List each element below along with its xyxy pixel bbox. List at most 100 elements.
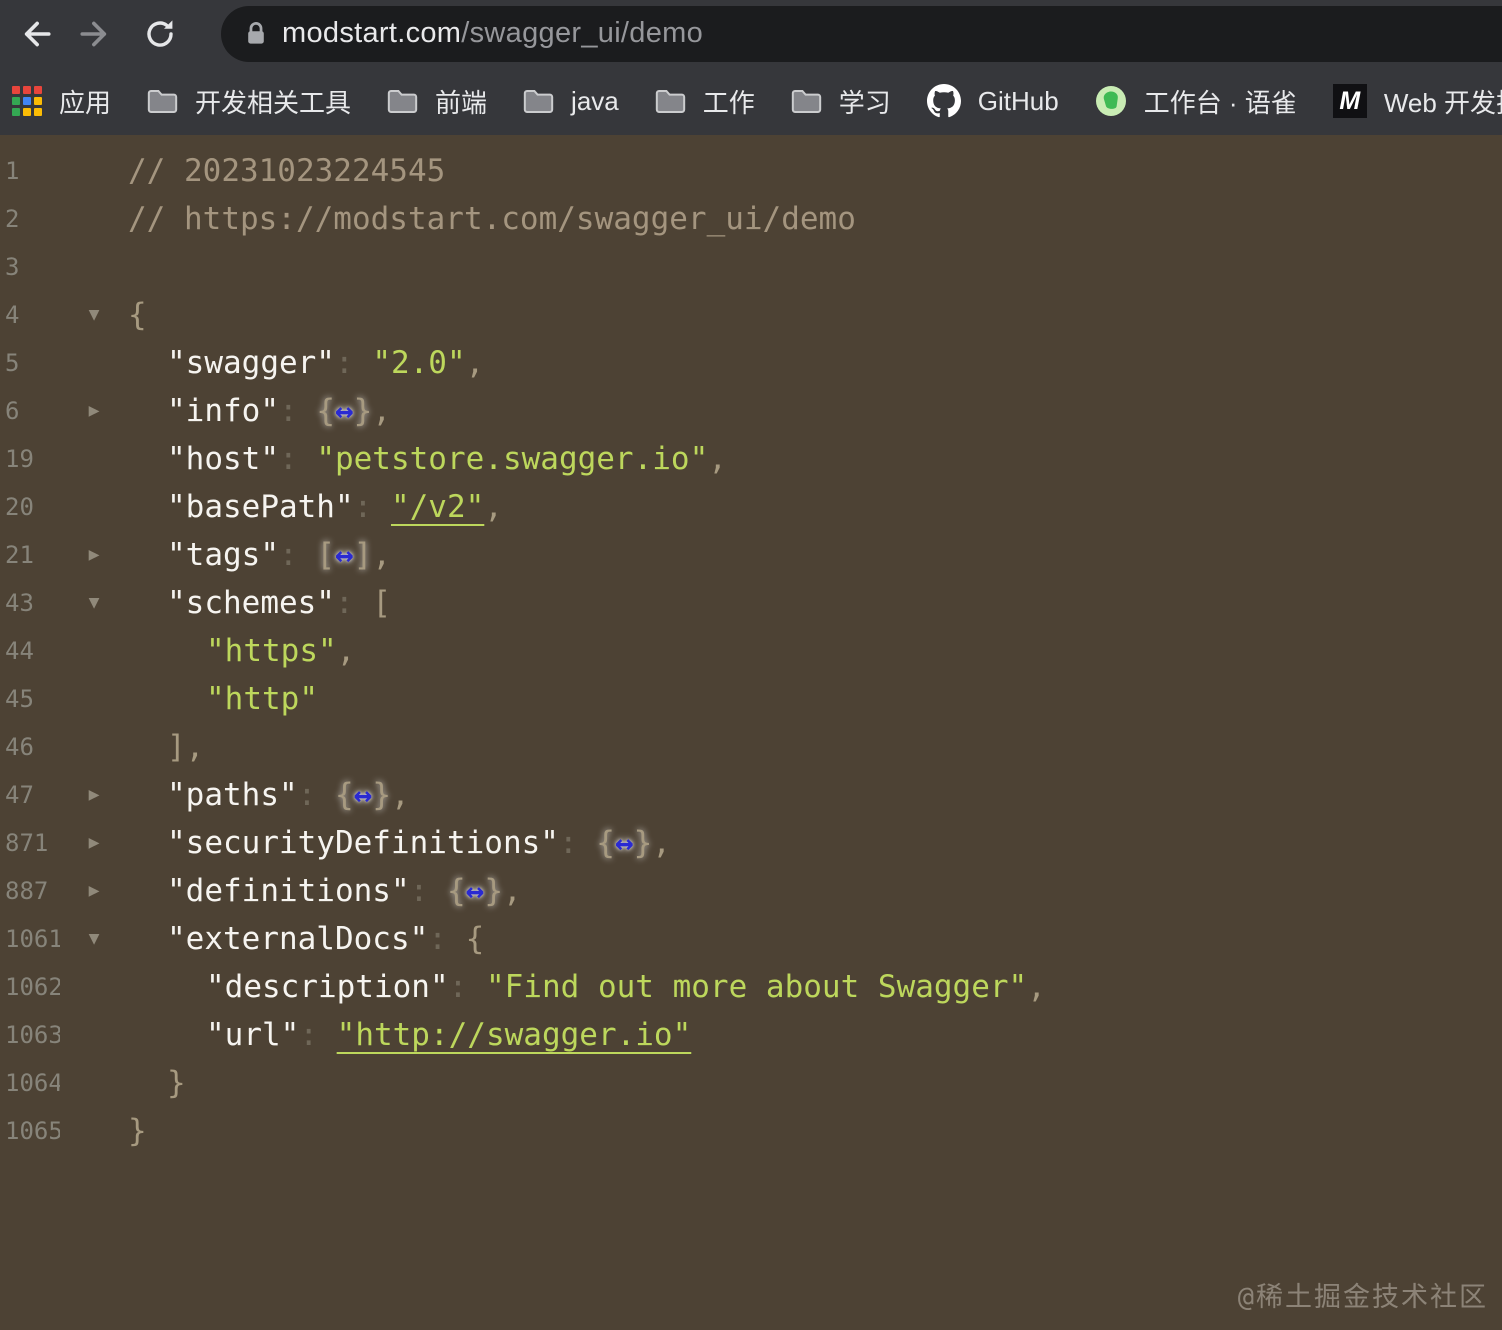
folder-icon [655,89,685,113]
token-colon: : [334,585,373,621]
token-key: "securityDefinitions" [167,825,559,861]
expand-placeholder[interactable]: {↔} [447,873,503,909]
bookmark-item[interactable]: 工作台 · 语雀 [1095,83,1297,120]
token-key: "tags" [167,537,279,573]
token-colon: : [428,921,466,957]
json-link[interactable]: "http://swagger.io" [337,1017,692,1053]
code-line: 5 "swagger": "2.0", [0,339,1502,387]
bookmark-label: 应用 [59,87,112,118]
token-punc: } [167,1065,186,1101]
token-key: "paths" [167,777,298,813]
token-punc: { [128,297,147,333]
yuque-icon [1095,86,1126,116]
fold-expanded-icon[interactable]: ▼ [60,579,128,627]
reload-icon [147,19,173,47]
apps-grid-icon [12,86,42,116]
line-number: 5 [5,349,20,377]
line-number: 20 [5,493,34,521]
code-text: "externalDocs": { [128,915,1502,963]
code-line: 1061 ▼ "externalDocs": { [0,915,1502,963]
token-comment: // 20231023224545 [128,153,446,189]
fold-collapsed-icon[interactable]: ▶ [60,387,128,435]
token-colon: : [409,873,447,909]
token-str: "https" [206,633,337,669]
line-number: 1 [5,157,20,185]
fold-collapsed-icon[interactable]: ▶ [60,819,128,867]
lock-icon[interactable] [245,20,267,47]
expand-placeholder[interactable]: {↔} [596,825,652,861]
bookmark-item[interactable]: 应用 [12,83,111,120]
token-colon: : [558,825,597,861]
expand-placeholder[interactable]: {↔} [316,393,372,429]
code-line: 43 ▼ "schemes": [ [0,579,1502,627]
code-text: "https", [128,627,1502,675]
fold-expanded-icon[interactable]: ▼ [60,915,128,963]
code-text: { [128,291,1502,339]
json-link[interactable]: "/v2" [391,489,484,525]
token-key: "url" [206,1017,300,1053]
line-number: 45 [5,685,34,713]
bookmark-item[interactable]: GitHub [926,84,1059,118]
token-punc: { [465,921,485,957]
code-line: 46], [0,723,1502,771]
fold-collapsed-icon[interactable]: ▶ [60,867,128,915]
bookmark-label: 工作 [702,87,755,118]
expand-arrow-icon: ↔ [334,537,354,573]
expand-arrow-icon: ↔ [465,873,485,909]
bookmark-item[interactable]: 开发相关工具 [147,83,351,120]
fold-expanded-icon[interactable]: ▼ [60,291,128,339]
token-punc: , [484,489,503,525]
line-number: 1062 [5,973,60,1001]
code-line: 3 [0,243,1502,291]
token-punc: , [372,393,391,429]
bookmark-label: java [571,85,619,116]
expand-placeholder[interactable]: {↔} [335,777,391,813]
line-number: 4 [5,301,20,329]
address-bar[interactable]: modstart.com/swagger_ui/demo [221,5,1502,62]
token-key: "host" [167,441,279,477]
bookmark-item[interactable]: 工作 [655,83,755,120]
code-text: // https://modstart.com/swagger_ui/demo [128,195,1502,243]
reload-button[interactable] [136,10,184,58]
fold-collapsed-icon[interactable]: ▶ [60,771,128,819]
code-text: "paths": {↔}, [128,771,1502,819]
code-text: "swagger": "2.0", [128,339,1502,387]
bookmark-label: 前端 [435,87,488,118]
forward-button[interactable] [73,10,121,58]
code-line: 1063 "url": "http://swagger.io" [0,1011,1502,1059]
bookmark-item[interactable]: 前端 [387,83,487,120]
back-button[interactable] [10,10,58,58]
bookmark-label: 工作台 · 语雀 [1143,87,1297,118]
bookmark-item[interactable]: 学习 [791,83,891,120]
token-punc: , [502,873,522,909]
bookmark-item[interactable]: M Web 开发技术 | M. [1332,83,1502,120]
token-str: "http" [206,681,318,717]
token-str: "petstore.swagger.io" [316,441,709,477]
expand-arrow-icon: ↔ [353,777,373,813]
folder-icon [523,89,554,113]
token-punc: , [465,345,485,381]
bookmark-item[interactable]: java [523,86,619,117]
line-number: 2 [5,205,20,233]
token-colon: : [278,393,317,429]
fold-collapsed-icon[interactable]: ▶ [60,531,128,579]
token-colon: : [334,345,373,381]
token-punc: , [652,825,671,861]
line-number: 887 [5,877,49,905]
code-text: "tags": [↔], [128,531,1502,579]
forward-arrow-icon [80,21,107,46]
code-text: "http" [128,675,1502,723]
expand-placeholder[interactable]: [↔] [316,537,372,573]
token-key: "basePath" [167,489,354,525]
code-line: 1064} [0,1059,1502,1107]
watermark: @稀土掘金技术社区 [1237,1282,1488,1313]
token-punc: ], [167,729,205,765]
code-text: "definitions": {↔}, [128,867,1502,915]
